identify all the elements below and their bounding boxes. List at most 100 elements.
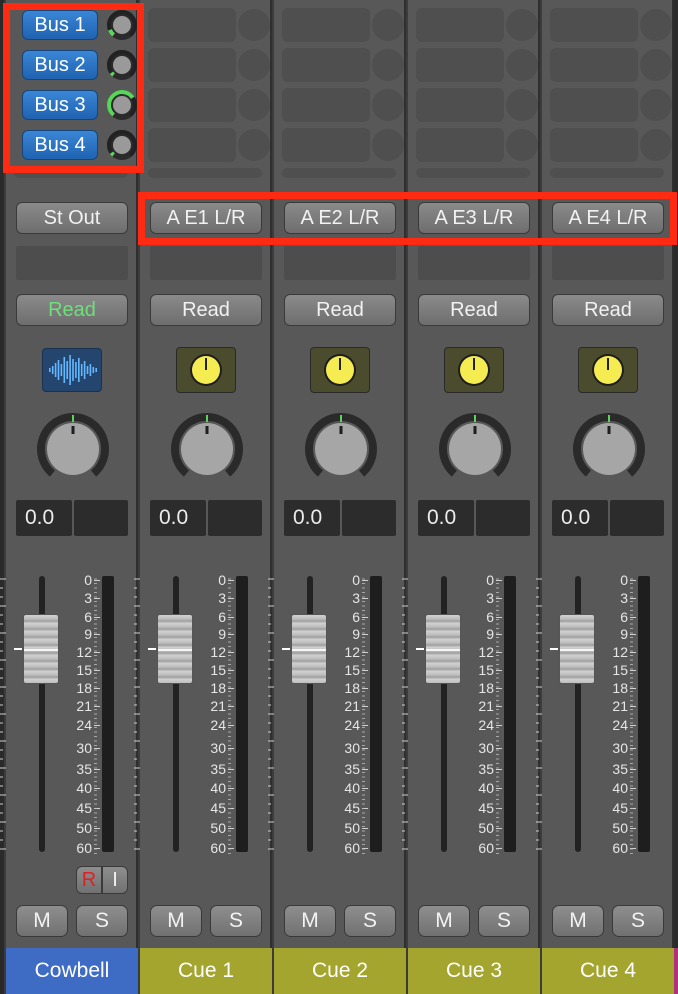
group-slot[interactable]	[16, 246, 128, 280]
volume-value[interactable]: 0.0	[150, 500, 206, 536]
send-1-button[interactable]: Bus 1	[22, 10, 98, 40]
output-button[interactable]: A E1 L/R	[150, 202, 262, 234]
solo-button[interactable]: S	[210, 905, 262, 937]
empty-send-slot-2[interactable]	[416, 48, 504, 82]
automation-mode-button[interactable]: Read	[16, 294, 128, 326]
send-3-level-knob[interactable]	[105, 88, 139, 122]
pan-knob[interactable]	[304, 412, 378, 491]
output-button[interactable]: A E3 L/R	[418, 202, 530, 234]
empty-send-knob-3	[238, 89, 270, 121]
pan-knob[interactable]	[438, 412, 512, 491]
fader-scale-label: 35	[344, 761, 360, 777]
mute-button[interactable]: M	[284, 905, 336, 937]
fader-scale-label: 45	[210, 800, 226, 816]
yellow-knob-icon[interactable]	[578, 347, 638, 393]
output-button[interactable]: St Out	[16, 202, 128, 234]
empty-send-knob-1	[640, 9, 672, 41]
send-4-button[interactable]: Bus 4	[22, 130, 98, 160]
input-monitor-button[interactable]: I	[102, 866, 128, 894]
empty-send-slot-4[interactable]	[550, 128, 638, 162]
empty-send-knob-4	[640, 129, 672, 161]
volume-fader[interactable]	[559, 614, 595, 684]
channel-name[interactable]: Cue 1	[140, 948, 272, 994]
group-slot[interactable]	[552, 246, 664, 280]
record-enable-button[interactable]: R	[76, 866, 102, 894]
empty-send-slot-3[interactable]	[550, 88, 638, 122]
output-button[interactable]: A E4 L/R	[552, 202, 664, 234]
empty-send-slot-1[interactable]	[148, 8, 236, 42]
waveform-icon[interactable]	[42, 348, 102, 392]
fader-scale-label: 50	[612, 820, 628, 836]
mute-button[interactable]: M	[16, 905, 68, 937]
automation-mode-button[interactable]: Read	[552, 294, 664, 326]
yellow-knob-icon[interactable]	[176, 347, 236, 393]
send-4-level-knob[interactable]	[105, 128, 139, 162]
volume-value[interactable]: 0.0	[284, 500, 340, 536]
send-1-level-knob[interactable]	[105, 8, 139, 42]
send-2-level-knob[interactable]	[105, 48, 139, 82]
yellow-knob-icon[interactable]	[444, 347, 504, 393]
pan-knob[interactable]	[572, 412, 646, 491]
fader-scale-label: 15	[76, 662, 92, 678]
fader-ruler	[402, 576, 412, 856]
empty-send-slot-2[interactable]	[148, 48, 236, 82]
yellow-knob-icon[interactable]	[310, 347, 370, 393]
fader-scale-label: 18	[210, 680, 226, 696]
unity-mark	[416, 648, 424, 650]
fader-scale-label: 15	[612, 662, 628, 678]
mute-button[interactable]: M	[418, 905, 470, 937]
group-slot[interactable]	[418, 246, 530, 280]
empty-send-slot-2[interactable]	[550, 48, 638, 82]
empty-send-slot-1[interactable]	[282, 8, 370, 42]
empty-send-slot-4[interactable]	[148, 128, 236, 162]
fader-scale-label: 60	[344, 840, 360, 856]
output-button[interactable]: A E2 L/R	[284, 202, 396, 234]
empty-send-slot-4[interactable]	[416, 128, 504, 162]
mute-button[interactable]: M	[150, 905, 202, 937]
empty-send-slot-3[interactable]	[416, 88, 504, 122]
empty-send-knob-2	[640, 49, 672, 81]
solo-button[interactable]: S	[76, 905, 128, 937]
volume-value[interactable]: 0.0	[16, 500, 72, 536]
send-2-button[interactable]: Bus 2	[22, 50, 98, 80]
fader-scale-label: 12	[210, 644, 226, 660]
fader-scale-label: 18	[478, 680, 494, 696]
automation-mode-button[interactable]: Read	[418, 294, 530, 326]
pan-knob[interactable]	[36, 412, 110, 491]
channel-name[interactable]: Cue 4	[542, 948, 674, 994]
fader-scale-label: 21	[76, 698, 92, 714]
empty-send-slot-1[interactable]	[416, 8, 504, 42]
automation-mode-button[interactable]: Read	[150, 294, 262, 326]
volume-fader[interactable]	[23, 614, 59, 684]
empty-send-slot-3[interactable]	[148, 88, 236, 122]
empty-send-slot-4[interactable]	[282, 128, 370, 162]
fader-scale-label: 9	[352, 626, 360, 642]
fader-scale-label: 50	[478, 820, 494, 836]
mute-button[interactable]: M	[552, 905, 604, 937]
empty-send-slot-2[interactable]	[282, 48, 370, 82]
solo-button[interactable]: S	[478, 905, 530, 937]
fader-scale-label: 3	[84, 590, 92, 606]
group-slot[interactable]	[150, 246, 262, 280]
volume-value[interactable]: 0.0	[418, 500, 474, 536]
mixer-right-edge	[674, 0, 678, 994]
mixer-window: Bus 1 Bus 2 Bus 3 Bus 4 St Out Read 0.0 0 3 6 9 12 1…	[0, 0, 678, 994]
volume-fader[interactable]	[291, 614, 327, 684]
fader-scale-label: 60	[76, 840, 92, 856]
pan-knob[interactable]	[170, 412, 244, 491]
automation-mode-button[interactable]: Read	[284, 294, 396, 326]
solo-button[interactable]: S	[612, 905, 664, 937]
channel-name[interactable]: Cue 3	[408, 948, 540, 994]
channel-strip-1: Bus 1 Bus 2 Bus 3 Bus 4 St Out Read 0.0 0 3 6 9 12 1…	[0, 0, 139, 994]
send-3-button[interactable]: Bus 3	[22, 90, 98, 120]
solo-button[interactable]: S	[344, 905, 396, 937]
group-slot[interactable]	[284, 246, 396, 280]
empty-send-slot-3[interactable]	[282, 88, 370, 122]
empty-send-slot-1[interactable]	[550, 8, 638, 42]
fader-scale-label: 45	[612, 800, 628, 816]
volume-fader[interactable]	[425, 614, 461, 684]
channel-name[interactable]: Cowbell	[6, 948, 138, 994]
volume-value[interactable]: 0.0	[552, 500, 608, 536]
channel-name[interactable]: Cue 2	[274, 948, 406, 994]
volume-fader[interactable]	[157, 614, 193, 684]
